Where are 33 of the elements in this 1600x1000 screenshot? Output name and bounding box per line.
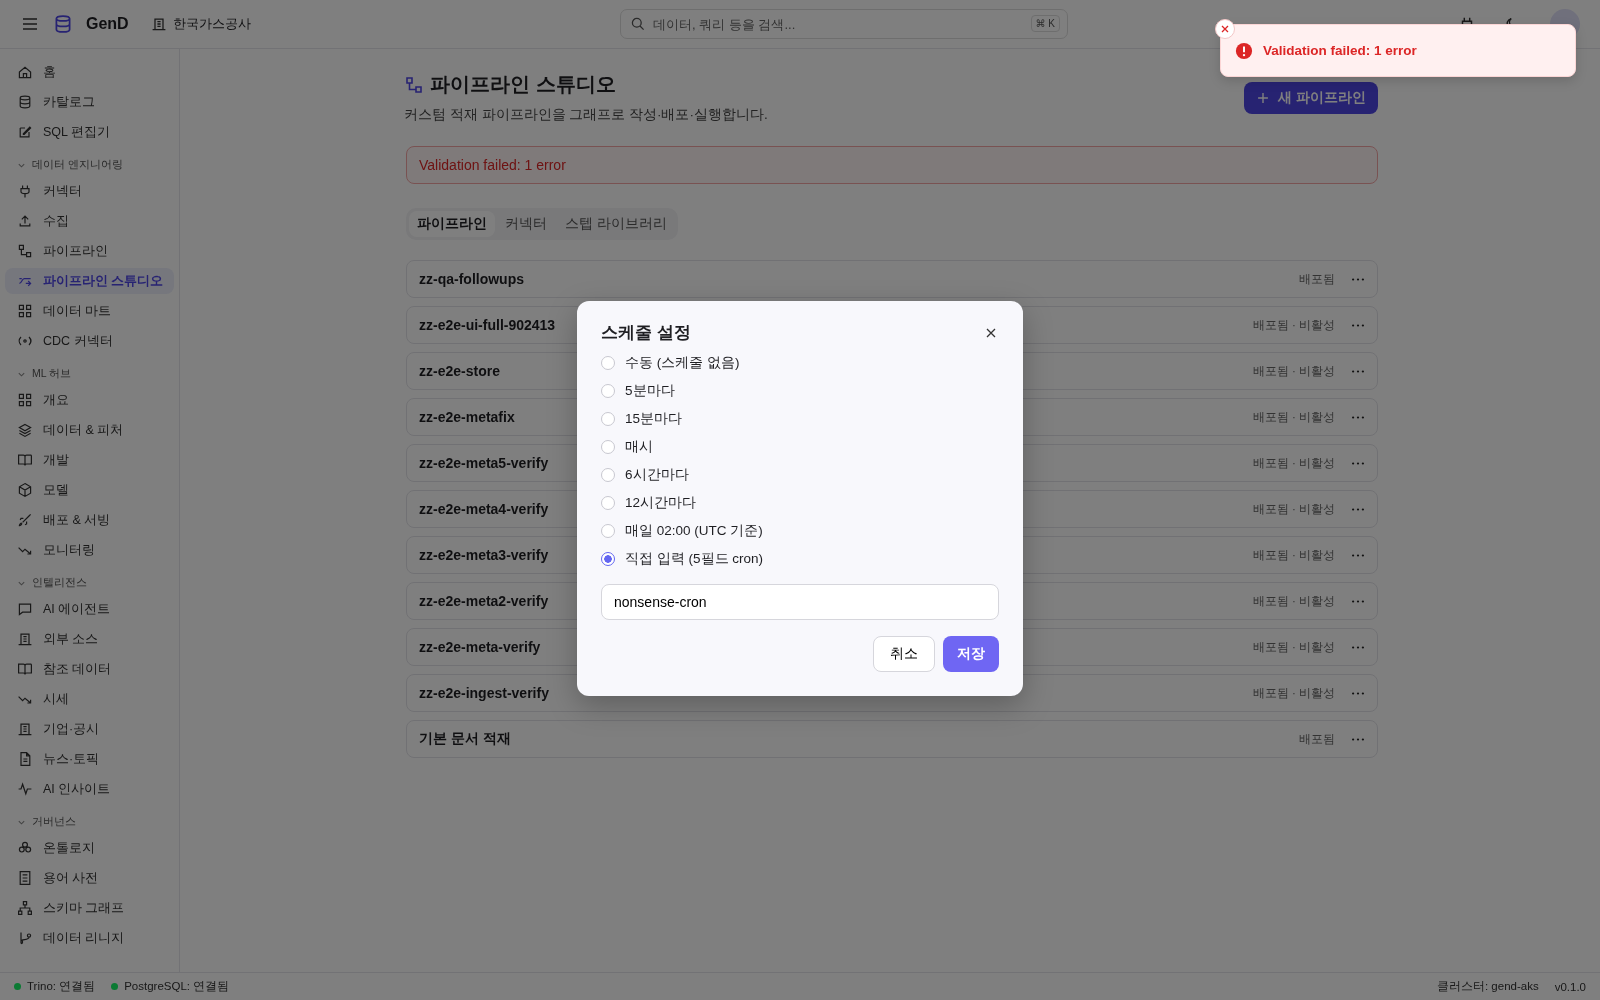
pipeline-status: 배포됨 · 비활성	[1252, 317, 1335, 333]
pipeline-name: zz-e2e-metafix	[419, 409, 515, 425]
pipeline-name: 기본 문서 적재	[419, 730, 511, 748]
pipeline-status: 배포됨	[1299, 731, 1335, 747]
dialog-title: 스케줄 설정	[601, 322, 691, 344]
connection-status: PostgreSQL: 연결됨	[124, 979, 230, 994]
shortcut-hint: ⌘ K	[1030, 15, 1060, 32]
page-subtitle: 커스텀 적재 파이프라인을 그래프로 작성·배포·실행합니다.	[404, 106, 768, 124]
pipeline-name: zz-e2e-meta-verify	[419, 639, 541, 655]
app-version: v0.1.0	[1554, 980, 1586, 993]
pipeline-status: 배포됨 · 비활성	[1252, 455, 1335, 471]
error-alert: Validation failed: 1 error	[406, 146, 1378, 184]
pipeline-name: zz-e2e-meta4-verify	[419, 501, 549, 517]
pipeline-name: zz-e2e-meta2-verify	[419, 593, 549, 609]
toast-message: Validation failed: 1 error	[1263, 43, 1417, 58]
pipeline-status: 배포됨 · 비활성	[1252, 363, 1335, 379]
pipeline-status: 배포됨	[1299, 271, 1335, 287]
pipeline-status: 배포됨 · 비활성	[1252, 409, 1335, 425]
page-title: 파이프라인 스튜디오	[430, 72, 616, 97]
brand-name: GenD	[86, 15, 129, 33]
pipeline-status: 배포됨 · 비활성	[1252, 501, 1335, 517]
connection-status: Trino: 연결됨	[27, 979, 96, 994]
pipeline-name: zz-e2e-ui-full-902413	[419, 317, 556, 333]
pipeline-status: 배포됨 · 비활성	[1252, 593, 1335, 609]
pipeline-name: zz-e2e-ingest-verify	[419, 685, 549, 701]
pipeline-status: 배포됨 · 비활성	[1252, 685, 1335, 701]
pipeline-status: 배포됨 · 비활성	[1252, 639, 1335, 655]
pipeline-name: zz-qa-followups	[419, 271, 524, 287]
pipeline-name: zz-e2e-store	[419, 363, 500, 379]
pipeline-name: zz-e2e-meta5-verify	[419, 455, 549, 471]
pipeline-status: 배포됨 · 비활성	[1252, 547, 1335, 563]
cluster-name: 클러스터: gend-aks	[1436, 979, 1539, 994]
pipeline-name: zz-e2e-meta3-verify	[419, 547, 549, 563]
